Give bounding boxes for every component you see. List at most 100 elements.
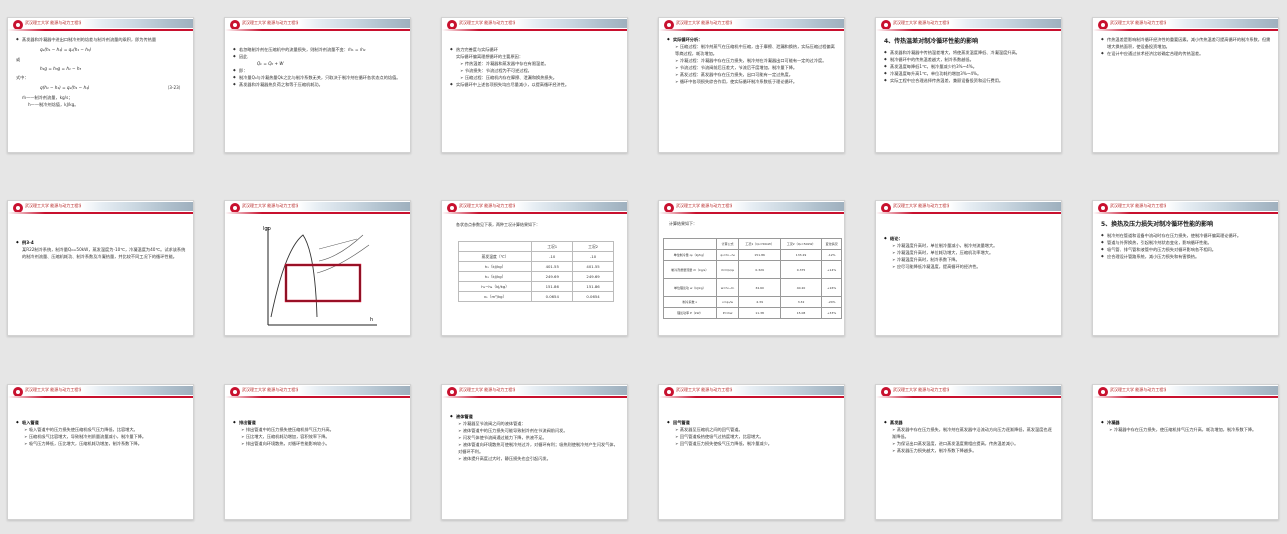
university-name: 武汉理工大学 能源与动力工程学院	[1110, 203, 1172, 208]
slide-header: 武汉理工大学 能源与动力工程学院	[876, 385, 1061, 399]
slide-body: 实际循环分析： ➢ 压缩过程：制冷剂蒸气在压缩机中压缩，由于摩擦、泄漏和换热，实…	[667, 36, 838, 85]
header-banner	[732, 386, 844, 395]
table-cell: 401.55	[531, 261, 574, 272]
header-banner	[949, 386, 1061, 395]
header-band	[659, 29, 844, 31]
header-band	[225, 396, 410, 398]
slide-body: 蒸发器 ➢ 蒸发器中存在压力损失，制冷剂在蒸发器中沿流动方向压力逐渐降低，蒸发温…	[884, 419, 1055, 454]
header-band	[876, 29, 1061, 31]
slide-thumbnail-6[interactable]: 武汉理工大学 能源与动力工程学院 传热温差是影响制冷循环经济性的重要因素。减小传…	[1092, 17, 1279, 153]
table-cell: 蒸发温度（℃）	[457, 251, 533, 262]
text: 或	[16, 57, 21, 62]
sub-bullet: ➢ 吸气压力降低，压比增大，压缩机耗功增加，制冷系数下降。	[24, 441, 142, 446]
slide-body: 结论： ➢ 冷凝温度升高时，单位制冷量减小，制冷剂流量增大。 ➢ 冷凝温度升高时…	[884, 235, 1055, 270]
slide-header: 武汉理工大学 能源与动力工程学院	[442, 18, 627, 32]
bullet: 蒸发器和冷凝器中传热温差增大，将使蒸发温度降低、冷凝温度升高。	[884, 49, 1055, 56]
table-cell: h₁（kJ/kg）	[457, 261, 533, 272]
table-cell: +14%	[821, 260, 842, 279]
sub-bullet: ➢ 冷凝器中存在压力损失，使压缩机排气压力升高，耗功增加，制冷系数下降。	[1109, 427, 1257, 432]
table-cell: P=ṁw	[715, 307, 740, 319]
header-banner	[949, 19, 1061, 28]
column-header: 工况1	[531, 241, 574, 252]
university-name: 武汉理工大学 能源与动力工程学院	[242, 387, 304, 392]
equation: h₁g = h₃g = h₁ − h₃	[40, 66, 82, 71]
slide-thumbnail-18[interactable]: 武汉理工大学 能源与动力工程学院 冷凝器 ➢ 冷凝器中存在压力损失，使压缩机排气…	[1092, 384, 1279, 520]
slide-title: 5、换热及压力损失对制冷循环性能的影响	[1101, 221, 1214, 228]
sub-bullet: ➢ 冷凝器至节流阀之间的液体管道：	[458, 421, 526, 426]
table-row: 单位制冷量 q₀（kJ/kg） q₀=h₁−h₄ 151.86 133.29 -12%	[663, 249, 842, 261]
sub-bullet: ➢ 循环中各项损失综合作用，使实际循环制冷系数低于理论循环。	[675, 79, 798, 84]
bullet: 传热温差是影响制冷循环经济性的重要因素。减小传热温差可提高循环的制冷系数，但需增…	[1101, 36, 1272, 50]
table-header-row: 计算公式 工况1（Q₀=50kW） 工况2（Q₀=50kW） 变化情况	[663, 238, 842, 250]
section-label: 排出管道	[233, 419, 404, 426]
university-name: 武汉理工大学 能源与动力工程学院	[242, 20, 304, 25]
bullet: 制冷剂在管道和设备中流动时存在压力损失，使制冷循环偏离理论循环。	[1101, 232, 1272, 239]
table-cell: w=h₂−h₁	[715, 278, 740, 297]
slide-thumbnail-1[interactable]: 武汉理工大学 能源与动力工程学院 蒸发器和冷凝器中进出口制冷剂的焓差与制冷剂流量…	[7, 17, 194, 153]
text: 式中：	[16, 75, 29, 80]
slide-thumbnail-4[interactable]: 武汉理工大学 能源与动力工程学院 实际循环分析： ➢ 压缩过程：制冷剂蒸气在压缩…	[658, 17, 845, 153]
slide-thumbnail-11[interactable]: 武汉理工大学 能源与动力工程学院 结论： ➢ 冷凝温度升高时，单位制冷量减小，制…	[875, 200, 1062, 336]
sub-bullet: ➢ 液体管道中的压力损失可能导致制冷剂在节流阀前闪发。	[458, 428, 568, 433]
sub-bullet: ➢ 传热温差：冷凝器和蒸发器中存在有限温差。	[460, 61, 549, 66]
university-name: 武汉理工大学 能源与动力工程学院	[1110, 20, 1172, 25]
bullet: 结论：	[884, 235, 1055, 242]
slide-header: 武汉理工大学 能源与动力工程学院	[8, 18, 193, 32]
slide-thumbnail-10[interactable]: 武汉理工大学 能源与动力工程学院 计算结果如下： 计算公式 工况1（Q₀=50kW…	[658, 200, 845, 336]
bullet: 实际工程中应合理选择传热温差，兼顾设备投资和运行费用。	[884, 77, 1055, 84]
header-banner	[298, 19, 410, 28]
column-header: 工况1（Q₀=50kW）	[738, 238, 781, 250]
slide-body: 4、传热温差对制冷循环性能的影响 蒸发器和冷凝器中传热温差增大，将使蒸发温度降低…	[884, 36, 1055, 84]
table-cell: 4.39	[738, 296, 781, 308]
slide-thumbnail-2[interactable]: 武汉理工大学 能源与动力工程学院 若忽略制冷剂在压缩机中的流量损失，则制冷剂流量…	[224, 17, 411, 153]
saturation-dome	[270, 234, 318, 318]
table-cell: 249.69	[531, 271, 574, 282]
bullet: 在设计中应通过技术经济比较确定合理的传热温差。	[1101, 50, 1272, 57]
header-band	[225, 29, 410, 31]
slide-thumbnail-7[interactable]: 武汉理工大学 能源与动力工程学院 例3-4 某R22制冷系统，制冷量Q₀=50k…	[7, 200, 194, 336]
university-name: 武汉理工大学 能源与动力工程学院	[1110, 387, 1172, 392]
table-cell: h₁−h₄（kJ/kg）	[457, 281, 533, 292]
bullet: 吸气管、排气管和液管中的压力损失对循环影响各不相同。	[1101, 246, 1272, 253]
table-row: v₁（m³/kg） 0.0654 0.0654	[457, 291, 614, 302]
table-caption: 各状态点参数见下表，两种工况计算结果如下：	[456, 222, 540, 227]
section-label: 蒸发器	[884, 419, 1055, 426]
slide-thumbnail-14[interactable]: 武汉理工大学 能源与动力工程学院 排出管道 ➢ 排出管道中的压力损失使压缩机排气…	[224, 384, 411, 520]
slide-header: 武汉理工大学 能源与动力工程学院	[8, 201, 193, 215]
slide-thumbnail-8[interactable]: 武汉理工大学 能源与动力工程学院 lgp h	[224, 200, 411, 336]
slide-body: 蒸发器和冷凝器中进出口制冷剂的焓差与制冷剂流量的乘积，即为传热量 qₑ(h₁ −…	[16, 36, 187, 108]
table-cell: 单位理论功 w（kJ/kg）	[663, 278, 717, 297]
table-cell: -24%	[821, 296, 842, 308]
slide-thumbnail-3[interactable]: 武汉理工大学 能源与动力工程学院 热力完善度与实际循环 实际循环偏离理想循环的主…	[441, 17, 628, 153]
table-header-row: 工况1 工况2	[457, 241, 614, 252]
slide-thumbnail-9[interactable]: 武汉理工大学 能源与动力工程学院 各状态点参数见下表，两种工况计算结果如下： 工…	[441, 200, 628, 336]
slide-body: 液体管道 ➢ 冷凝器至节流阀之间的液体管道： ➢ 液体管道中的压力损失可能导致制…	[450, 413, 621, 462]
university-name: 武汉理工大学 能源与动力工程学院	[893, 387, 955, 392]
header-banner	[298, 202, 410, 211]
slide-thumbnail-13[interactable]: 武汉理工大学 能源与动力工程学院 吸入管道 ➢ 吸入管道中的压力损失使压缩机吸气…	[7, 384, 194, 520]
header-banner	[515, 202, 627, 211]
column-header: 工况2	[572, 241, 614, 252]
column-header	[663, 238, 717, 250]
slide-header: 武汉理工大学 能源与动力工程学院	[442, 385, 627, 399]
column-header: 计算公式	[715, 238, 740, 250]
section-label: 吸入管道	[16, 419, 187, 426]
header-banner	[1166, 19, 1278, 28]
header-banner	[81, 386, 193, 395]
university-name: 武汉理工大学 能源与动力工程学院	[676, 387, 738, 392]
table-cell: q₀=h₁−h₄	[715, 249, 740, 261]
bullet: 若忽略制冷剂在压缩机中的流量损失，则制冷剂流量不变：ṁ₁ = ṁ₂	[233, 46, 404, 53]
slide-thumbnail-12[interactable]: 武汉理工大学 能源与动力工程学院 5、换热及压力损失对制冷循环性能的影响 制冷剂…	[1092, 200, 1279, 336]
slide-thumbnail-16[interactable]: 武汉理工大学 能源与动力工程学院 回气管道 ➢ 蒸发器至压缩机之间的回气管道。 …	[658, 384, 845, 520]
slide-thumbnail-5[interactable]: 武汉理工大学 能源与动力工程学院 4、传热温差对制冷循环性能的影响 蒸发器和冷凝…	[875, 17, 1062, 153]
slide-thumbnail-17[interactable]: 武汉理工大学 能源与动力工程学院 蒸发器 ➢ 蒸发器中存在压力损失，制冷剂在蒸发…	[875, 384, 1062, 520]
table-cell: 0.0654	[531, 291, 574, 302]
column-header: 变化情况	[821, 238, 842, 250]
example-label: 例3-4	[16, 239, 187, 246]
table-cell: 理论功率 P（kW）	[663, 307, 717, 319]
sub-bullet: ➢ 节流过程：节流阀前后压差大，节流后干度增加，制冷量下降。	[675, 65, 798, 70]
equation: Qₖ = Q₀ + W	[257, 61, 284, 66]
university-name: 武汉理工大学 能源与动力工程学院	[25, 203, 87, 208]
slide-thumbnail-15[interactable]: 武汉理工大学 能源与动力工程学院 液体管道 ➢ 冷凝器至节流阀之间的液体管道： …	[441, 384, 628, 520]
university-name: 武汉理工大学 能源与动力工程学院	[676, 203, 738, 208]
